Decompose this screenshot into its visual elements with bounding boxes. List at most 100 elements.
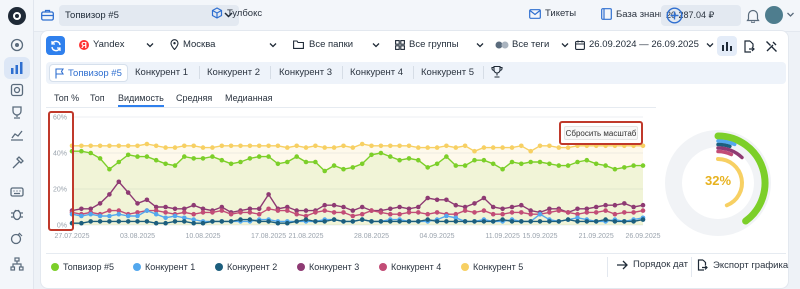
data-point	[416, 210, 421, 215]
tab-competitor-5[interactable]: Конкурент 5	[421, 67, 474, 78]
export-chart-button[interactable]: Экспорт графика	[697, 259, 788, 271]
subtab-average[interactable]: Средняя	[176, 93, 212, 103]
data-point	[406, 219, 412, 224]
competitors-icon[interactable]	[9, 82, 25, 98]
tab-label: Топвизор #5	[68, 68, 122, 79]
filter-bar: Я Yandex Москва Все папки Все группы Все…	[41, 31, 788, 59]
keyboard-icon[interactable]	[9, 184, 25, 200]
trophy-icon	[491, 65, 503, 78]
data-point	[200, 220, 206, 226]
bar-chart-icon	[722, 42, 732, 51]
data-point	[575, 206, 580, 212]
data-point	[593, 219, 599, 224]
legend-item[interactable]: Конкурент 3	[297, 262, 359, 272]
subtab-top-percent[interactable]: Топ %	[54, 93, 79, 103]
tab-competitor-3[interactable]: Конкурент 3	[279, 67, 332, 78]
data-point	[547, 143, 552, 149]
settings-button[interactable]	[761, 36, 781, 56]
tickets-link[interactable]: Тикеты	[529, 8, 576, 19]
tags-icon	[495, 41, 509, 48]
data-point	[125, 219, 131, 224]
export-button[interactable]	[739, 36, 759, 56]
data-point	[584, 219, 590, 224]
data-point	[481, 219, 487, 224]
data-point	[481, 145, 487, 150]
date-range-label: 26.09.2024 — 26.09.2025	[589, 39, 699, 50]
x-tick-label: 26.09.2025	[625, 233, 660, 240]
flag-icon	[55, 68, 65, 82]
subtab-visibility[interactable]: Видимость	[118, 93, 164, 107]
tab-topvisor[interactable]: Топвизор #5	[49, 64, 128, 82]
reset-zoom-button[interactable]: Сбросить масштаб	[559, 121, 643, 145]
data-point	[107, 166, 112, 172]
x-tick-label: 11.09.2025	[485, 233, 520, 240]
region-label: Москва	[183, 39, 216, 50]
data-point	[537, 159, 543, 165]
dashboard-icon[interactable]	[9, 37, 25, 53]
plus-icon[interactable]	[666, 7, 739, 26]
tab-trophy[interactable]	[491, 65, 503, 81]
sitemap-icon[interactable]	[9, 256, 25, 272]
legend-item[interactable]: Конкурент 5	[461, 262, 523, 272]
avatar[interactable]	[765, 6, 783, 24]
date-range-select[interactable]: 26.09.2024 — 26.09.2025	[575, 39, 717, 50]
data-point	[565, 217, 571, 222]
groups-label: Все группы	[409, 39, 459, 50]
trophy-icon[interactable]	[9, 104, 25, 120]
logo-icon[interactable]	[8, 7, 26, 25]
toolbox-link[interactable]: Тулбокс	[211, 7, 262, 19]
data-point	[247, 156, 253, 161]
data-point	[191, 202, 196, 208]
data-point	[275, 143, 281, 149]
data-point	[622, 219, 627, 224]
analytics-icon[interactable]	[4, 57, 30, 79]
tab-competitor-1[interactable]: Конкурент 1	[135, 67, 188, 78]
chart-view-button[interactable]	[717, 36, 737, 56]
data-point	[163, 161, 168, 167]
location-icon	[170, 39, 179, 50]
data-point	[612, 202, 618, 208]
folders-select[interactable]: Все папки	[293, 39, 381, 50]
data-point	[182, 143, 187, 149]
legend-item[interactable]: Топвизор #5	[51, 262, 114, 272]
data-point	[462, 163, 468, 168]
groups-select[interactable]: Все группы	[395, 39, 485, 50]
tab-competitor-2[interactable]: Конкурент 2	[207, 67, 260, 78]
hammer-icon[interactable]	[9, 155, 25, 171]
date-order-button[interactable]: Порядок дат	[616, 259, 688, 270]
x-tick-label: 10.08.2025	[186, 233, 221, 240]
data-point	[88, 219, 93, 224]
data-point	[434, 145, 440, 150]
satellite-icon[interactable]	[9, 230, 25, 246]
tab-competitor-4[interactable]: Конкурент 4	[350, 67, 403, 78]
trend-icon[interactable]	[9, 127, 25, 143]
chevron-down-icon	[145, 40, 155, 53]
chevron-down-icon[interactable]	[786, 10, 795, 21]
subtab-top[interactable]: Топ	[90, 93, 105, 103]
data-point	[125, 143, 131, 149]
data-point	[453, 219, 459, 224]
refresh-button[interactable]	[46, 36, 65, 55]
legend-item[interactable]: Конкурент 2	[215, 262, 277, 272]
legend-item[interactable]: Конкурент 4	[379, 262, 441, 272]
x-tick-label: 03.08.2025	[120, 233, 155, 240]
search-engine-select[interactable]: Я Yandex	[79, 39, 155, 50]
bell-icon[interactable]	[746, 8, 760, 25]
data-point	[425, 211, 431, 217]
legend-item[interactable]: Конкурент 1	[133, 262, 195, 272]
region-select[interactable]: Москва	[170, 39, 278, 50]
data-point	[425, 195, 431, 201]
bug-icon[interactable]	[9, 206, 25, 222]
data-point	[172, 206, 178, 212]
data-point	[359, 161, 365, 167]
data-point	[444, 143, 449, 149]
data-point	[434, 161, 440, 167]
data-point	[481, 208, 487, 213]
subtab-median[interactable]: Медианная	[225, 93, 273, 103]
data-point	[593, 204, 599, 210]
x-tick-label: 21.09.2025	[579, 233, 614, 240]
data-point	[528, 219, 533, 224]
data-point	[388, 211, 393, 217]
data-point	[135, 213, 140, 219]
tags-select[interactable]: Все теги	[495, 39, 570, 50]
